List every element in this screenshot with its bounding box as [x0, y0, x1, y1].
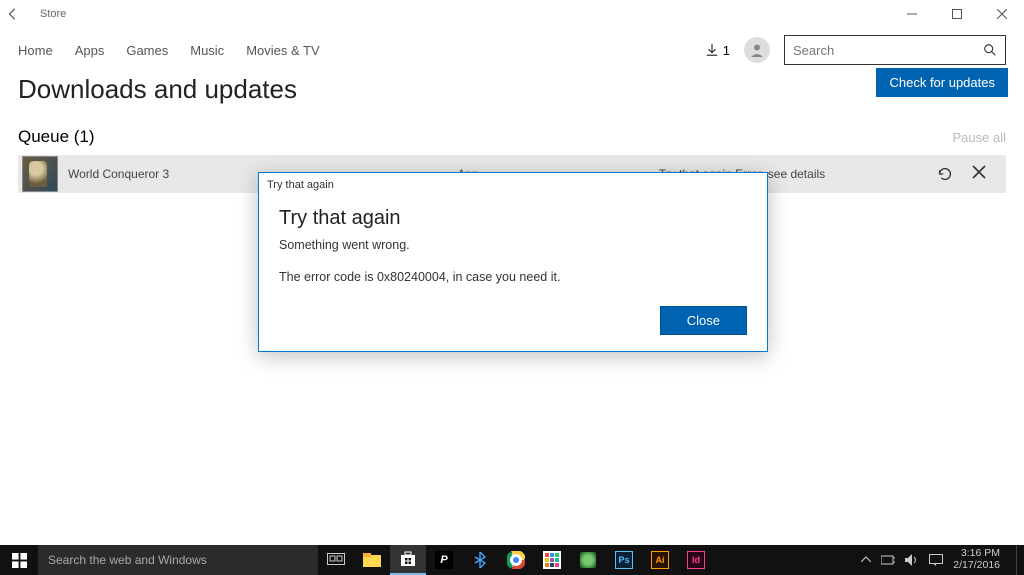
taskbar-app-2-icon[interactable]	[570, 545, 606, 575]
window-close-button[interactable]	[979, 0, 1024, 28]
dialog-message: Something went wrong.	[279, 238, 747, 252]
check-for-updates-button[interactable]: Check for updates	[876, 68, 1008, 97]
maximize-button[interactable]	[934, 0, 979, 28]
queue-heading: Queue (1)	[18, 127, 95, 147]
file-explorer-icon[interactable]	[354, 545, 390, 575]
tray-volume-icon[interactable]	[905, 554, 919, 566]
nav-apps[interactable]: Apps	[75, 43, 105, 58]
chrome-icon[interactable]	[498, 545, 534, 575]
search-icon[interactable]	[983, 43, 997, 57]
retry-icon[interactable]	[936, 165, 954, 183]
taskbar-search-placeholder: Search the web and Windows	[48, 553, 207, 567]
clock-date: 2/17/2016	[953, 560, 1000, 572]
dialog-error-code: The error code is 0x80240004, in case yo…	[279, 270, 747, 284]
windows-logo-icon	[12, 553, 27, 568]
bluetooth-icon[interactable]	[462, 545, 498, 575]
taskbar-clock[interactable]: 3:16 PM 2/17/2016	[953, 548, 1006, 571]
taskbar-search[interactable]: Search the web and Windows	[38, 545, 318, 575]
tray-notifications-icon[interactable]	[929, 554, 943, 566]
photoshop-icon[interactable]: Ps	[606, 545, 642, 575]
start-button[interactable]	[0, 545, 38, 575]
downloads-count: 1	[723, 43, 730, 58]
back-button[interactable]	[6, 7, 30, 21]
downloads-indicator[interactable]: 1	[705, 43, 730, 58]
dialog-titlebar: Try that again	[259, 173, 767, 193]
search-input[interactable]	[793, 43, 983, 58]
indesign-icon[interactable]: Id	[678, 545, 714, 575]
show-desktop-button[interactable]	[1016, 545, 1022, 575]
store-taskbar-icon[interactable]	[390, 545, 426, 575]
pause-all-button[interactable]: Pause all	[953, 130, 1006, 145]
person-icon	[749, 42, 765, 58]
task-view-icon[interactable]	[318, 545, 354, 575]
nav-music[interactable]: Music	[190, 43, 224, 58]
page-title: Downloads and updates	[18, 74, 1006, 105]
nav-movies-tv[interactable]: Movies & TV	[246, 43, 319, 58]
search-box[interactable]	[784, 35, 1006, 65]
taskbar-app-grid-icon[interactable]	[534, 545, 570, 575]
nav-home[interactable]: Home	[18, 43, 53, 58]
dialog-close-button[interactable]: Close	[660, 306, 747, 335]
nav-games[interactable]: Games	[126, 43, 168, 58]
taskbar: Search the web and Windows P Ps Ai Id 3:…	[0, 545, 1024, 575]
app-title: Store	[40, 8, 66, 20]
error-dialog: Try that again Try that again Something …	[258, 172, 768, 352]
user-avatar[interactable]	[744, 37, 770, 63]
window-titlebar: Store	[0, 0, 1024, 28]
tray-network-icon[interactable]	[881, 554, 895, 566]
illustrator-icon[interactable]: Ai	[642, 545, 678, 575]
cancel-icon[interactable]	[972, 165, 986, 183]
navbar: Home Apps Games Music Movies & TV 1	[0, 28, 1024, 72]
app-thumbnail	[22, 156, 58, 192]
minimize-button[interactable]	[889, 0, 934, 28]
taskbar-app-1-icon[interactable]: P	[426, 545, 462, 575]
dialog-heading: Try that again	[279, 207, 747, 230]
tray-chevron-up-icon[interactable]	[861, 556, 871, 564]
download-icon	[705, 43, 719, 57]
